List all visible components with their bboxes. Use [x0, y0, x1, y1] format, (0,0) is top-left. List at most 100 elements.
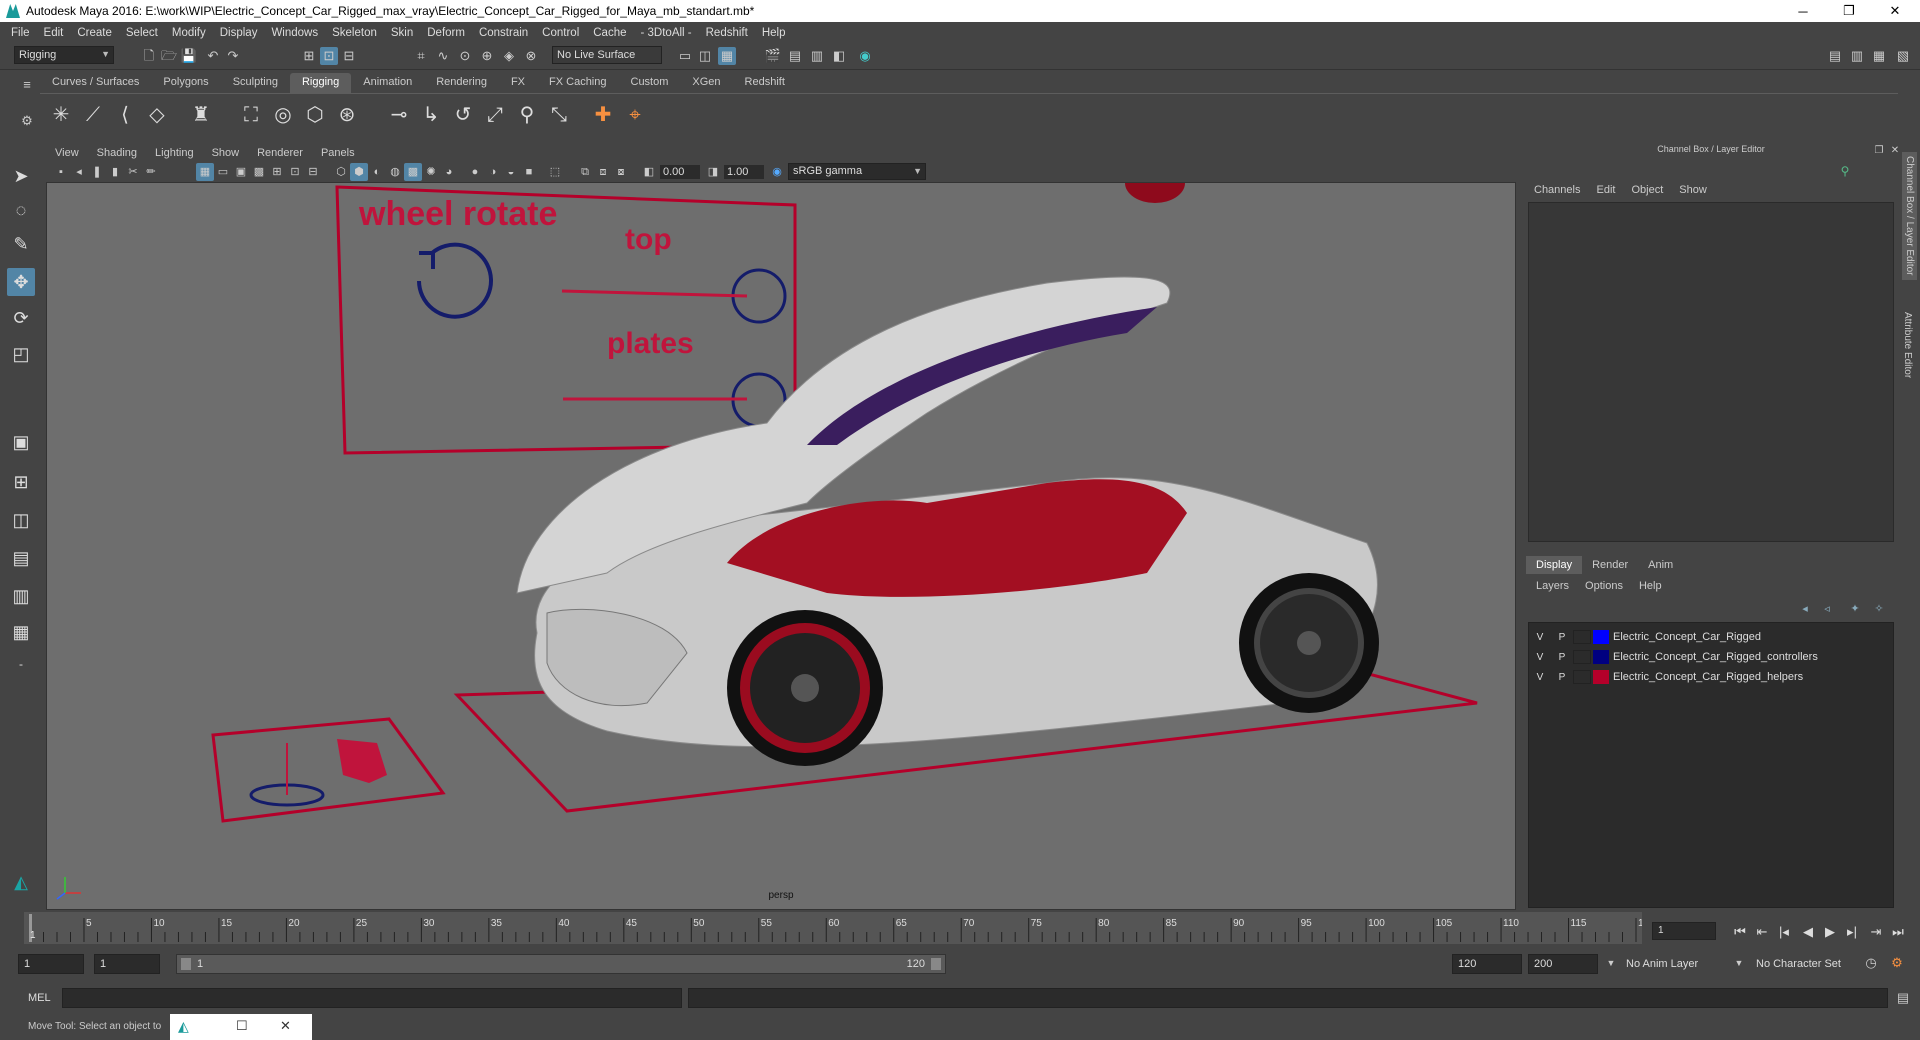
attribute-editor-toggle-icon[interactable]: ▧ — [1894, 47, 1912, 65]
scale-tool-icon[interactable]: ◰ — [7, 340, 35, 368]
gamma-icon[interactable]: ◨ — [704, 163, 722, 181]
more-layouts-icon[interactable]: - — [7, 650, 35, 678]
tab-render[interactable]: Render — [1582, 556, 1638, 574]
step-back-key-icon[interactable]: ⇤ — [1752, 924, 1772, 940]
layer-playback-toggle[interactable]: P — [1551, 632, 1573, 643]
animation-start-field[interactable]: 1 — [18, 954, 84, 974]
wire-deformer-icon[interactable]: ⊛ — [332, 100, 362, 130]
close-button[interactable]: ✕ — [1872, 0, 1918, 22]
time-slider[interactable]: 5 10 15 20 25 30 35 40 45 50 55 60 65 70 75 80 85 90 95 100… — [24, 912, 1642, 944]
orient-constraint-icon[interactable]: ↺ — [448, 100, 478, 130]
default-material-icon[interactable]: ◍ — [386, 163, 404, 181]
vp-menu-show[interactable]: Show — [203, 147, 249, 159]
snap-view-icon[interactable]: ⊕ — [478, 47, 496, 65]
ipr-render-icon[interactable]: ▤ — [786, 47, 804, 65]
chevron-down-icon[interactable]: ▼ — [1602, 954, 1620, 972]
le-menu-layers[interactable]: Layers — [1528, 580, 1577, 592]
range-slider[interactable]: 1 120 — [176, 954, 946, 974]
wireframe-on-shaded-icon[interactable]: ◐ — [368, 163, 386, 181]
workspace-icon[interactable]: ▤ — [1826, 47, 1844, 65]
step-back-frame-icon[interactable]: |◂ — [1774, 924, 1794, 940]
motion-blur-icon[interactable]: ◑ — [484, 163, 502, 181]
snap-curve-icon[interactable]: ∿ — [434, 47, 452, 65]
depth-of-field-icon[interactable]: ■ — [520, 163, 538, 181]
range-end-handle[interactable] — [931, 958, 941, 970]
shelf-tab-rendering[interactable]: Rendering — [424, 73, 499, 93]
script-editor-icon[interactable]: ▤ — [1894, 989, 1912, 1007]
playback-end-field[interactable]: 120 — [1452, 954, 1522, 974]
select-component-icon[interactable]: ⊟ — [340, 47, 358, 65]
snap-point-icon[interactable]: ⊙ — [456, 47, 474, 65]
anti-aliasing-icon[interactable]: ◒ — [502, 163, 520, 181]
layer-color-swatch[interactable] — [1593, 630, 1609, 644]
field-chart-icon[interactable]: ⊞ — [268, 163, 286, 181]
shelf-tab-fx-caching[interactable]: FX Caching — [537, 73, 618, 93]
cb-menu-show[interactable]: Show — [1673, 184, 1717, 196]
hypershade-layout-icon[interactable]: ▦ — [7, 618, 35, 646]
menu-control[interactable]: Control — [535, 27, 586, 39]
cb-menu-edit[interactable]: Edit — [1590, 184, 1625, 196]
vp-menu-view[interactable]: View — [46, 147, 88, 159]
menu-windows[interactable]: Windows — [264, 27, 325, 39]
tab-display[interactable]: Display — [1526, 556, 1583, 574]
vp-menu-shading[interactable]: Shading — [88, 147, 146, 159]
paint-select-icon[interactable]: ✎ — [7, 230, 35, 258]
xray-components-icon[interactable]: ⧇ — [612, 163, 630, 181]
shelf-tab-animation[interactable]: Animation — [351, 73, 424, 93]
menu-deform[interactable]: Deform — [420, 27, 472, 39]
snap-grid-icon[interactable]: ⌗ — [412, 47, 430, 65]
shelf-tab-polygons[interactable]: Polygons — [151, 73, 220, 93]
bookmark-icon[interactable]: ❚ — [88, 163, 106, 181]
layer-row[interactable]: V P Electric_Concept_Car_Rigged_controll… — [1529, 647, 1895, 667]
new-empty-layer-icon[interactable]: ✦ — [1846, 600, 1864, 618]
set-driven-key-icon[interactable]: ⌖ — [620, 100, 650, 130]
input-ops-icon[interactable]: ▭ — [676, 47, 694, 65]
undo-icon[interactable]: ↶ — [204, 47, 222, 65]
redshift-render-icon[interactable]: ◉ — [856, 47, 874, 65]
menu-file[interactable]: File — [4, 27, 37, 39]
le-menu-options[interactable]: Options — [1577, 580, 1631, 592]
wheel-rotate-control[interactable] — [417, 242, 493, 319]
render-view-icon[interactable]: ▦ — [718, 47, 736, 65]
channel-box-toggle-icon[interactable]: ▦ — [1870, 47, 1888, 65]
persp-graph-layout-icon[interactable]: ▥ — [7, 582, 35, 610]
exposure-field[interactable]: 0.00 — [660, 165, 700, 179]
outliner-layout-icon[interactable]: ▤ — [7, 544, 35, 572]
menuset-dropdown[interactable]: Rigging ▼ — [14, 46, 114, 64]
vp-menu-lighting[interactable]: Lighting — [146, 147, 203, 159]
menu-help[interactable]: Help — [755, 27, 793, 39]
layer-visibility-toggle[interactable]: V — [1529, 652, 1551, 663]
side-by-side-icon[interactable]: ◫ — [7, 506, 35, 534]
exposure-icon[interactable]: ◧ — [640, 163, 658, 181]
shelf-tab-custom[interactable]: Custom — [619, 73, 681, 93]
aim-constraint-icon[interactable]: ↳ — [416, 100, 446, 130]
persp-viewport[interactable]: wheel rotate top plates persp — [46, 182, 1516, 910]
resolution-gate-icon[interactable]: ▣ — [232, 163, 250, 181]
menu-display[interactable]: Display — [213, 27, 265, 39]
step-forward-key-icon[interactable]: ⇥ — [1866, 924, 1886, 940]
side-tab-channel-box[interactable]: Channel Box / Layer Editor — [1902, 152, 1917, 280]
ik-spline-icon[interactable]: ⟨ — [110, 100, 140, 130]
vp-menu-panels[interactable]: Panels — [312, 147, 364, 159]
joint-tool-icon[interactable]: ✳ — [46, 100, 76, 130]
hypershade-icon[interactable]: ◧ — [830, 47, 848, 65]
layer-name[interactable]: Electric_Concept_Car_Rigged — [1613, 631, 1761, 643]
shelf-tab-xgen[interactable]: XGen — [680, 73, 732, 93]
menu-3dtoall[interactable]: - 3DtoAll - — [634, 27, 699, 39]
new-scene-icon[interactable]: 🗋 — [140, 47, 158, 65]
lattice-icon[interactable]: ⬡ — [300, 100, 330, 130]
save-scene-icon[interactable]: 💾 — [180, 47, 198, 65]
mel-input[interactable] — [62, 988, 682, 1008]
layer-row[interactable]: V P Electric_Concept_Car_Rigged_helpers — [1529, 667, 1895, 687]
go-to-start-icon[interactable]: ⏮ — [1730, 924, 1750, 940]
hik-character-icon[interactable]: ♜ — [186, 100, 216, 130]
shelf-tab-redshift[interactable]: Redshift — [733, 73, 797, 93]
preferences-icon[interactable]: ⚙ — [1888, 954, 1906, 972]
anim-layer-dropdown[interactable]: No Anim Layer — [1626, 958, 1698, 970]
new-layer-selected-icon[interactable]: ✧ — [1870, 600, 1888, 618]
electric-concept-car[interactable] — [516, 183, 1379, 766]
current-frame-field[interactable]: 1 — [1652, 922, 1716, 940]
lights-icon[interactable]: ✺ — [422, 163, 440, 181]
auto-key-icon[interactable]: ◷ — [1862, 954, 1880, 972]
magnet-icon[interactable]: ⊗ — [522, 47, 540, 65]
